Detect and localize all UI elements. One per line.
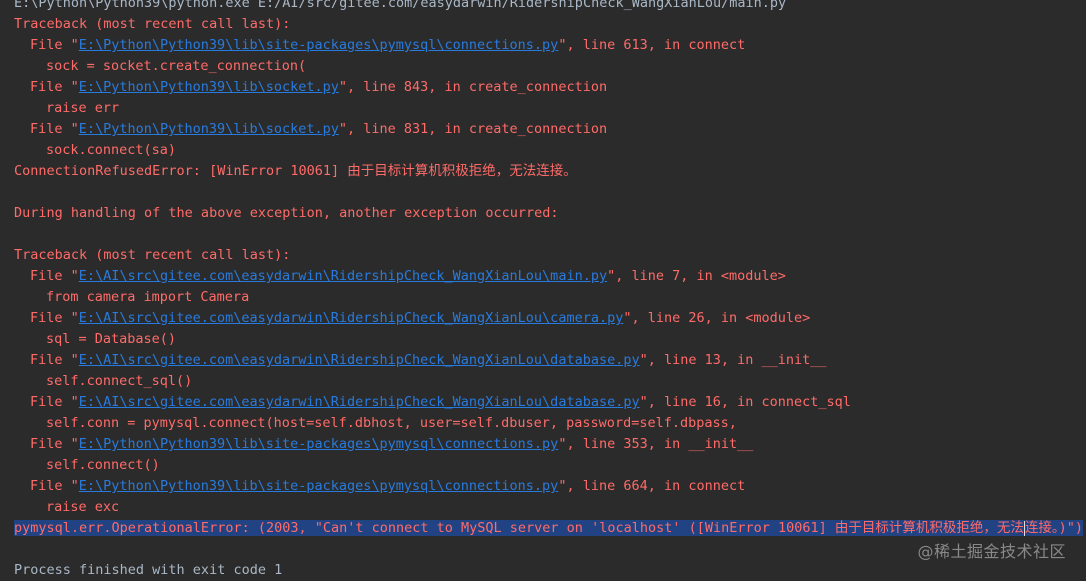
frame-prefix: File " xyxy=(30,79,79,95)
frame-prefix: File " xyxy=(30,394,79,410)
frame-suffix: ", line 16, in connect_sql xyxy=(639,394,851,410)
traceback-frame: File "E:\AI\src\gitee.com\easydarwin\Rid… xyxy=(0,266,1086,287)
error-text-part: 连接。)") xyxy=(1024,520,1084,536)
frame-suffix: ", line 353, in __init__ xyxy=(558,436,754,452)
frame-suffix: ", line 664, in connect xyxy=(558,478,746,494)
file-link[interactable]: E:\Python\Python39\lib\site-packages\pym… xyxy=(79,436,559,452)
frame-suffix: ", line 831, in create_connection xyxy=(338,121,608,137)
file-link[interactable]: E:\AI\src\gitee.com\easydarwin\Ridership… xyxy=(79,352,640,368)
selected-text: pymysql.err.OperationalError: (2003, "Ca… xyxy=(14,520,1084,536)
exception-message: ConnectionRefusedError: [WinError 10061]… xyxy=(14,163,577,179)
frame-prefix: File " xyxy=(30,352,79,368)
frame-suffix: ", line 843, in create_connection xyxy=(338,79,608,95)
final-error-selected[interactable]: pymysql.err.OperationalError: (2003, "Ca… xyxy=(0,518,1086,539)
frame-prefix: File " xyxy=(30,268,79,284)
traceback-frame: File "E:\Python\Python39\lib\socket.py",… xyxy=(0,119,1086,140)
frame-suffix: ", line 7, in <module> xyxy=(607,268,786,284)
frame-suffix: ", line 26, in <module> xyxy=(623,310,811,326)
traceback-frame: File "E:\AI\src\gitee.com\easydarwin\Rid… xyxy=(0,308,1086,329)
run-command-line: E:\Python\Python39\python.exe E:/AI/src/… xyxy=(14,0,787,11)
frame-prefix: File " xyxy=(30,37,79,53)
traceback-code: self.connect() xyxy=(46,457,160,473)
console-output[interactable]: E:\Python\Python39\python.exe E:/AI/src/… xyxy=(0,0,1086,581)
file-link[interactable]: E:\Python\Python39\lib\site-packages\pym… xyxy=(79,478,559,494)
traceback-code: sock = socket.create_connection( xyxy=(46,58,307,74)
file-link[interactable]: E:\Python\Python39\lib\site-packages\pym… xyxy=(79,37,559,53)
chained-exception-notice: During handling of the above exception, … xyxy=(14,205,559,221)
file-link[interactable]: E:\AI\src\gitee.com\easydarwin\Ridership… xyxy=(79,268,607,284)
file-link[interactable]: E:\Python\Python39\lib\socket.py xyxy=(79,121,339,137)
error-text-part: pymysql.err.OperationalError: (2003, "Ca… xyxy=(14,520,1024,536)
traceback-code: sql = Database() xyxy=(46,331,177,347)
process-finished-line: Process finished with exit code 1 xyxy=(14,562,283,578)
traceback-frame: File "E:\Python\Python39\lib\site-packag… xyxy=(0,434,1086,455)
traceback-frame: File "E:\AI\src\gitee.com\easydarwin\Rid… xyxy=(0,392,1086,413)
file-link[interactable]: E:\AI\src\gitee.com\easydarwin\Ridership… xyxy=(79,394,640,410)
traceback-frame: File "E:\Python\Python39\lib\socket.py",… xyxy=(0,77,1086,98)
frame-prefix: File " xyxy=(30,436,79,452)
traceback-frame: File "E:\Python\Python39\lib\site-packag… xyxy=(0,35,1086,56)
frame-suffix: ", line 13, in __init__ xyxy=(639,352,827,368)
traceback-code: self.connect_sql() xyxy=(46,373,193,389)
frame-prefix: File " xyxy=(30,121,79,137)
traceback-header: Traceback (most recent call last): xyxy=(14,16,291,32)
traceback-header: Traceback (most recent call last): xyxy=(14,247,291,263)
traceback-code: raise exc xyxy=(46,499,120,515)
traceback-code: sock.connect(sa) xyxy=(46,142,177,158)
file-link[interactable]: E:\AI\src\gitee.com\easydarwin\Ridership… xyxy=(79,310,624,326)
file-link[interactable]: E:\Python\Python39\lib\socket.py xyxy=(79,79,339,95)
traceback-code: self.conn = pymysql.connect(host=self.db… xyxy=(46,415,737,431)
frame-prefix: File " xyxy=(30,478,79,494)
frame-suffix: ", line 613, in connect xyxy=(558,37,746,53)
watermark-logo: @稀土掘金技术社区 xyxy=(917,542,1066,561)
traceback-frame: File "E:\Python\Python39\lib\site-packag… xyxy=(0,476,1086,497)
traceback-frame: File "E:\AI\src\gitee.com\easydarwin\Rid… xyxy=(0,350,1086,371)
traceback-code: from camera import Camera xyxy=(46,289,250,305)
traceback-code: raise err xyxy=(46,100,120,116)
frame-prefix: File " xyxy=(30,310,79,326)
